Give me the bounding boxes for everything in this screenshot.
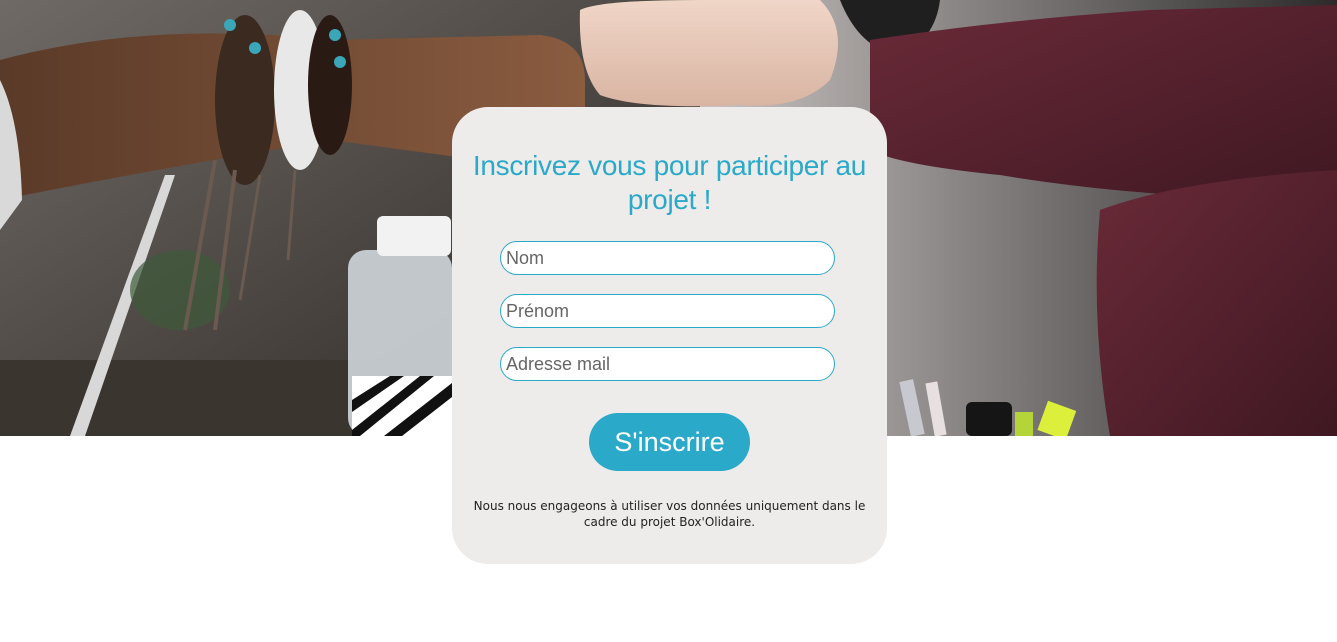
- signup-card: Inscrivez vous pour participer au projet…: [452, 107, 887, 564]
- prenom-input[interactable]: [500, 294, 835, 328]
- signup-button[interactable]: S'inscrire: [589, 413, 750, 471]
- signup-title: Inscrivez vous pour participer au projet…: [472, 150, 867, 215]
- nom-input[interactable]: [500, 241, 835, 275]
- privacy-notice: Nous nous engageons à utiliser vos donné…: [473, 499, 866, 529]
- email-input[interactable]: [500, 347, 835, 381]
